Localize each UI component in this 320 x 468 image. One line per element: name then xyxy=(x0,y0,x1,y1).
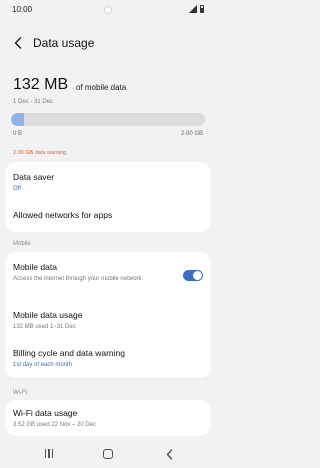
app-header: Data usage xyxy=(0,28,216,60)
usage-axis-max: 2.00 GB xyxy=(180,131,203,137)
mobile-data-description: Access the internet through your mobile … xyxy=(13,276,144,282)
usage-progress-fill xyxy=(11,113,24,126)
recent-apps-icon[interactable] xyxy=(43,449,55,459)
back-icon[interactable] xyxy=(163,448,175,460)
allowed-networks-item[interactable]: Allowed networks for apps xyxy=(13,210,203,220)
data-saver-value: Off xyxy=(13,186,21,192)
wifi-data-usage-value: 3.52 GB used 22 Nov – 20 Dec xyxy=(13,422,97,428)
usage-progress-bar xyxy=(11,113,205,126)
usage-axis-min: 0 B xyxy=(13,131,23,137)
status-time: 10:00 xyxy=(12,5,33,14)
section-label-wifi: Wi-Fi xyxy=(13,390,27,396)
settings-card-general: Data saver Off Allowed networks for apps xyxy=(5,162,211,232)
allowed-networks-title: Allowed networks for apps xyxy=(13,210,113,220)
billing-cycle-value: 1st day of each month xyxy=(13,362,73,368)
usage-amount-suffix: of mobile data xyxy=(76,83,127,92)
home-icon[interactable] xyxy=(103,449,113,459)
mobile-data-usage-value: 132 MB used 1–31 Dec xyxy=(13,324,76,330)
usage-period: 1 Dec - 31 Dec xyxy=(13,99,54,105)
billing-cycle-title: Billing cycle and data warning xyxy=(13,348,125,358)
mobile-data-usage-title: Mobile data usage xyxy=(13,310,83,320)
navigation-bar xyxy=(0,440,216,468)
status-icons xyxy=(189,5,204,13)
mobile-data-title: Mobile data xyxy=(13,262,57,272)
camera-cutout xyxy=(104,6,112,14)
signal-icon xyxy=(189,5,197,13)
data-saver-title: Data saver xyxy=(13,172,55,182)
section-label-mobile: Mobile xyxy=(13,241,31,247)
data-saver-item[interactable]: Data saver Off xyxy=(13,172,203,193)
toggle-knob xyxy=(193,271,202,280)
usage-amount: 132 MB xyxy=(13,76,69,93)
page-title: Data usage xyxy=(33,36,95,50)
mobile-data-item[interactable]: Mobile data Access the internet through … xyxy=(13,262,171,283)
wifi-data-usage-title: Wi-Fi data usage xyxy=(13,408,78,418)
data-warning-label: 2.00 GB data warning xyxy=(13,150,67,156)
mobile-data-toggle[interactable] xyxy=(183,270,203,281)
settings-card-wifi: Wi-Fi data usage 3.52 GB used 22 Nov – 2… xyxy=(5,400,211,436)
battery-icon xyxy=(200,5,204,13)
billing-cycle-item[interactable]: Billing cycle and data warning 1st day o… xyxy=(13,348,203,369)
status-bar: 10:00 xyxy=(0,0,216,20)
chevron-left-icon[interactable] xyxy=(10,34,26,52)
wifi-data-usage-item[interactable]: Wi-Fi data usage 3.52 GB used 22 Nov – 2… xyxy=(13,408,203,429)
settings-card-mobile: Mobile data Access the internet through … xyxy=(5,252,211,378)
mobile-data-usage-item[interactable]: Mobile data usage 132 MB used 1–31 Dec xyxy=(13,310,203,331)
